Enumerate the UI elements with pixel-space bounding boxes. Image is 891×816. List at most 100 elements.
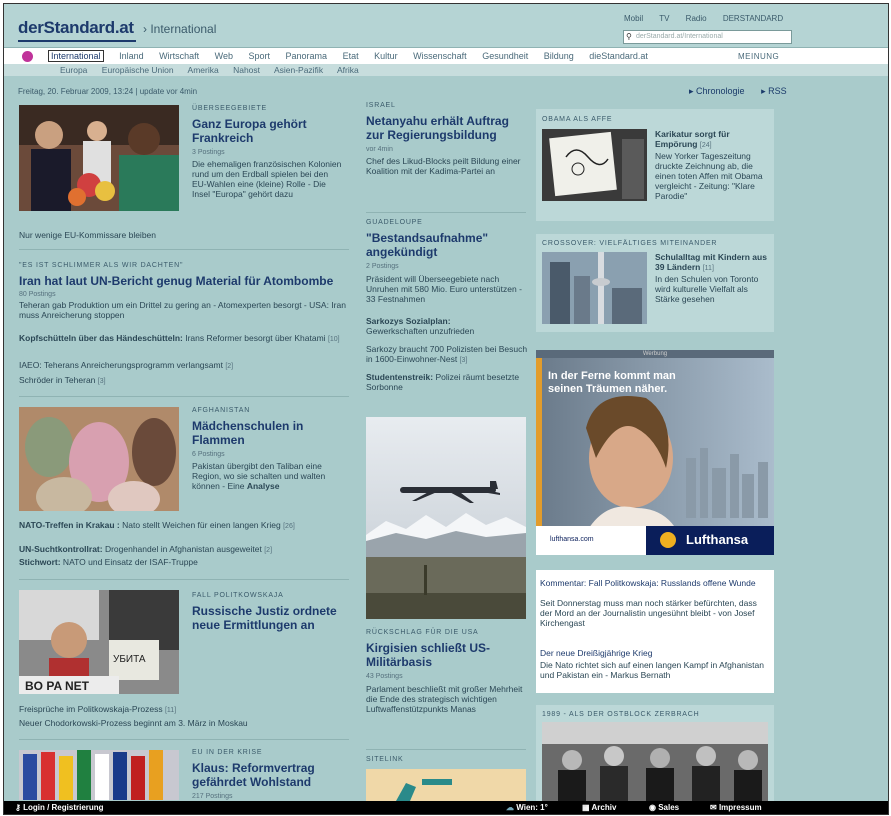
- nav-item-sport[interactable]: Sport: [249, 51, 271, 61]
- sales-icon: ◉: [649, 803, 656, 812]
- related-link[interactable]: Sarkozys Sozialplan: Gewerkschaften unzuf…: [366, 316, 526, 336]
- postings-count[interactable]: 6 Postings: [192, 451, 225, 458]
- comment-count: [3]: [459, 357, 468, 364]
- key-icon: ⚷: [15, 803, 21, 812]
- rss-link[interactable]: ▸ RSS: [761, 86, 787, 96]
- nav-item-diestandard[interactable]: dieStandard.at: [589, 51, 648, 61]
- related-link-text: Freisprüche im Politkowskaja-Prozess: [19, 704, 163, 714]
- nav-item-international[interactable]: International: [48, 50, 104, 62]
- divider: [19, 396, 349, 397]
- postings-count[interactable]: 43 Postings: [366, 673, 403, 680]
- subnav-item-amerika[interactable]: Amerika: [188, 65, 219, 75]
- ad-banner[interactable]: Werbung In der Ferne kommt man seinen Tr…: [536, 350, 774, 555]
- related-link[interactable]: Stichwort: NATO und Einsatz der ISAF-Tru…: [19, 557, 354, 567]
- subnav-item-afrika[interactable]: Afrika: [337, 65, 359, 75]
- related-link[interactable]: Nur wenige EU-Kommissare bleiben: [19, 230, 156, 240]
- comment-count: [11]: [164, 707, 177, 714]
- article-teaser: Chef des Likud-Blocks peilt Bildung eine…: [366, 156, 521, 176]
- headline-russische-justiz[interactable]: Russische Justiz ordnete neue Ermittlung…: [192, 604, 352, 632]
- related-link[interactable]: Freisprüche im Politkowskaja-Prozess [11…: [19, 704, 176, 716]
- analyse-link[interactable]: Analyse: [247, 481, 280, 491]
- headline-iran[interactable]: Iran hat laut UN-Bericht genug Material …: [19, 274, 354, 288]
- headline-bestandsaufnahme[interactable]: "Bestandsaufnahme" angekündigt: [366, 231, 526, 259]
- headline-klaus[interactable]: Klaus: Reformvertrag gefährdet Wohlstand: [192, 761, 352, 789]
- archiv-link[interactable]: ▦ Archiv: [582, 803, 616, 812]
- site-logo[interactable]: derStandard.at: [18, 18, 134, 38]
- kicker-iran: "ES IST SCHLIMMER ALS WIR DACHTEN": [19, 262, 184, 269]
- comment-count: [11]: [702, 265, 714, 272]
- comment-title-2[interactable]: Der neue Dreißigjährige Krieg: [540, 648, 768, 658]
- related-link[interactable]: Kopfschütteln über das Händeschütteln: I…: [19, 333, 354, 345]
- home-icon[interactable]: [22, 51, 33, 62]
- section-breadcrumb[interactable]: › International: [143, 22, 216, 36]
- related-link[interactable]: NATO-Treffen in Krakau : Nato stellt Wei…: [19, 520, 354, 532]
- teaser-crossover: Schulalltag mit Kindern aus 39 Ländern […: [655, 252, 770, 304]
- nav-item-gesundheit[interactable]: Gesundheit: [482, 51, 528, 61]
- nav-item-panorama[interactable]: Panorama: [286, 51, 328, 61]
- subnav-item-eu[interactable]: Europäische Union: [102, 65, 174, 75]
- kicker-eu-krise: EU IN DER KRISE: [192, 749, 263, 756]
- divider: [19, 739, 349, 740]
- toplink-derstandard[interactable]: DERSTANDARD: [723, 14, 783, 23]
- headline-europa[interactable]: Ganz Europa gehört Frankreich: [192, 117, 337, 145]
- divider: [19, 249, 349, 250]
- nav-item-wissenschaft[interactable]: Wissenschaft: [413, 51, 467, 61]
- article-image-europa[interactable]: [19, 105, 179, 211]
- nav-item-web[interactable]: Web: [215, 51, 233, 61]
- related-link[interactable]: UN-Suchtkontrollrat: Drogenhandel in Afg…: [19, 544, 354, 556]
- comment-count: [26]: [283, 523, 295, 530]
- article-image-afghanistan[interactable]: [19, 407, 179, 511]
- related-link[interactable]: Neuer Chodorkowski-Prozess beginnt am 3.…: [19, 718, 248, 728]
- headline-kirgisien[interactable]: Kirgisien schließt US-Militärbasis: [366, 641, 526, 669]
- teaser-box-1989: 1989 - ALS DER OSTBLOCK ZERBRACH: [536, 705, 774, 801]
- weather-link[interactable]: ☁ Wien: 1°: [506, 803, 548, 812]
- headline-karikatur[interactable]: Karikatur sorgt für Empörung: [655, 129, 730, 149]
- search-icon[interactable]: ⚲: [626, 31, 632, 43]
- nav-item-kultur[interactable]: Kultur: [374, 51, 398, 61]
- related-link[interactable]: Studentenstreik: Polizei räumt besetzte …: [366, 372, 526, 392]
- sales-link[interactable]: ◉ Sales: [649, 803, 679, 812]
- article-image-eu-krise[interactable]: [19, 750, 179, 800]
- comment-teaser-1: Seit Donnerstag muss man noch stärker be…: [540, 598, 757, 628]
- login-link[interactable]: ⚷ Login / Registrierung: [15, 803, 104, 812]
- subnav-item-asien-pazifik[interactable]: Asien-Pazifik: [274, 65, 323, 75]
- teaser-text: In den Schulen von Toronto wird kulturel…: [655, 274, 759, 304]
- comment-title-1[interactable]: Kommentar: Fall Politkowskaja: Russlands…: [540, 578, 768, 588]
- related-link-text: Drogenhandel in Afghanistan ausgeweitet: [102, 544, 262, 554]
- postings-count[interactable]: 3 Postings: [192, 149, 225, 156]
- nav-item-meinung[interactable]: MEINUNG: [738, 52, 779, 61]
- related-link[interactable]: Sarkozy braucht 700 Polizisten bei Besuc…: [366, 344, 528, 366]
- cloud-icon: ☁: [506, 803, 514, 812]
- chronologie-link[interactable]: ▸ Chronologie: [689, 86, 745, 96]
- subnav-item-europa[interactable]: Europa: [60, 65, 87, 75]
- related-link[interactable]: Schröder in Teheran [3]: [19, 375, 106, 387]
- nav-item-etat[interactable]: Etat: [343, 51, 359, 61]
- article-image-1989[interactable]: [542, 722, 768, 801]
- subnav-item-nahost[interactable]: Nahost: [233, 65, 260, 75]
- sitelink-image[interactable]: [366, 769, 526, 801]
- ad-headline: In der Ferne kommt man seinen Träumen nä…: [548, 370, 676, 396]
- postings-count[interactable]: 217 Postings: [192, 793, 232, 800]
- impressum-link[interactable]: ✉ Impressum: [710, 803, 762, 812]
- headline-maedchenschulen[interactable]: Mädchenschulen in Flammen: [192, 419, 342, 447]
- toplink-tv[interactable]: TV: [659, 14, 669, 23]
- dateline: Freitag, 20. Februar 2009, 13:24 | updat…: [18, 87, 198, 96]
- search-input[interactable]: ⚲ derStandard.at/International: [623, 30, 792, 44]
- kicker-crossover: CROSSOVER: VIELFÄLTIGES MITEINANDER: [542, 240, 718, 247]
- nav-item-bildung[interactable]: Bildung: [544, 51, 574, 61]
- nav-item-wirtschaft[interactable]: Wirtschaft: [159, 51, 199, 61]
- kicker-guadeloupe: GUADELOUPE: [366, 219, 423, 226]
- subnav-items: Europa Europäische Union Amerika Nahost …: [60, 65, 371, 75]
- toplink-mobil[interactable]: Mobil: [624, 14, 643, 23]
- article-image-toronto[interactable]: [542, 252, 647, 324]
- headline-netanyahu[interactable]: Netanyahu erhält Auftrag zur Regierungsb…: [366, 114, 526, 142]
- postings-count[interactable]: 2 Postings: [366, 263, 399, 270]
- article-image-cartoon[interactable]: [542, 129, 647, 201]
- article-time: vor 4min: [366, 146, 393, 153]
- related-link[interactable]: IAEO: Teherans Anreicherungsprogramm ver…: [19, 360, 233, 372]
- toplink-radio[interactable]: Radio: [686, 14, 707, 23]
- nav-item-inland[interactable]: Inland: [119, 51, 144, 61]
- postings-count[interactable]: 80 Postings: [19, 291, 56, 298]
- article-image-plane[interactable]: [366, 417, 526, 619]
- article-image-politkowskaja[interactable]: УБИТА BO PA NET: [19, 590, 179, 694]
